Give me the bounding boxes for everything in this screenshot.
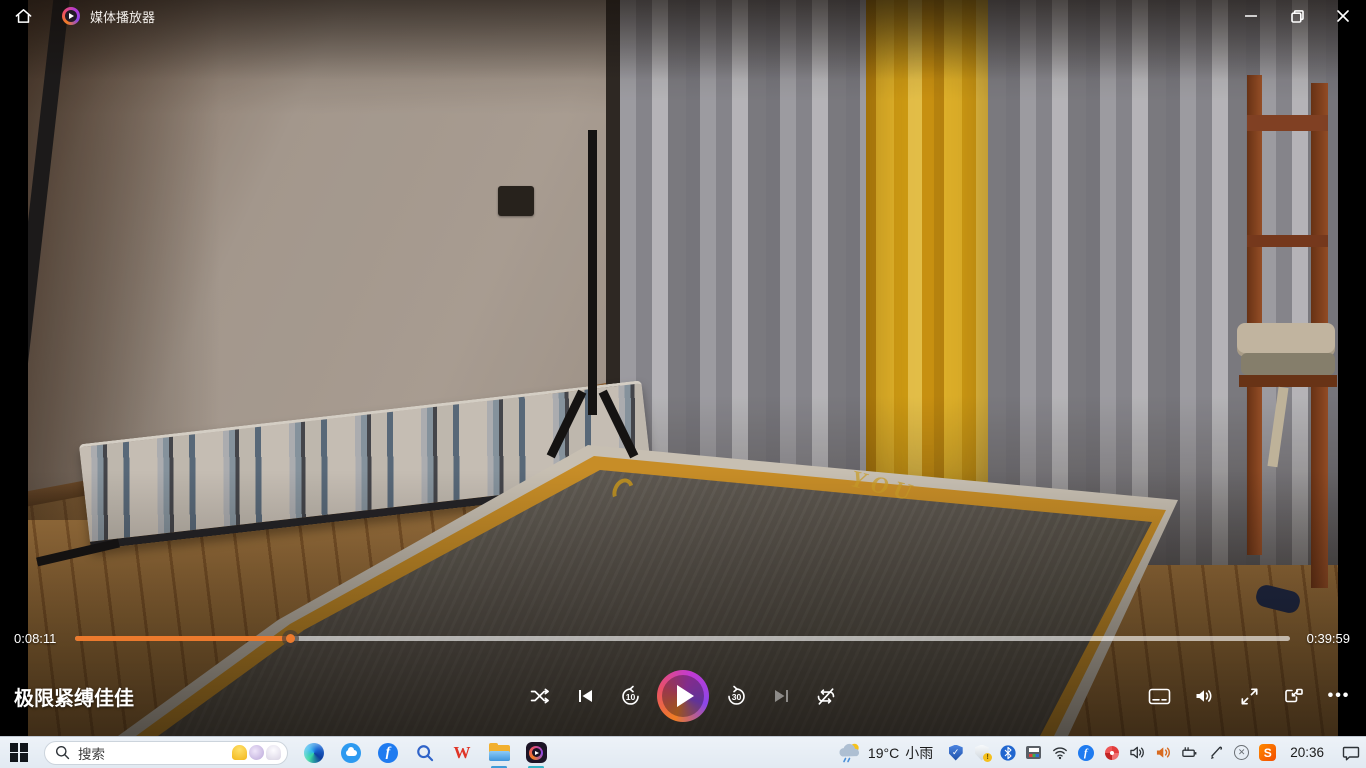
play-icon	[677, 685, 694, 707]
volume-outline-icon[interactable]	[1129, 744, 1146, 761]
pinwheel-icon[interactable]	[1103, 744, 1120, 761]
titlebar: 媒体播放器	[0, 0, 1366, 32]
file-explorer-icon	[489, 745, 510, 761]
seek-handle[interactable]	[282, 630, 299, 647]
pen-icon[interactable]	[1207, 744, 1224, 761]
rewind-10-button[interactable]: 10	[612, 678, 648, 714]
timeline: 0:08:11 0:39:59	[0, 626, 1366, 652]
taskbar-search[interactable]: 搜索	[44, 741, 288, 765]
search-app-icon	[416, 744, 434, 762]
control-bar: 极限紧缚佳佳 10	[0, 660, 1366, 732]
play-button[interactable]	[657, 670, 709, 722]
network-icon[interactable]	[1051, 744, 1068, 761]
search-daily-icon-helmet[interactable]	[232, 745, 247, 760]
media-player-icon	[526, 742, 547, 763]
shield-warning-icon[interactable]: !	[973, 744, 990, 761]
battery-icon[interactable]	[1181, 744, 1198, 761]
mini-player-icon	[1284, 687, 1304, 705]
mini-player-button[interactable]	[1277, 679, 1311, 713]
weather-rain-icon	[838, 742, 862, 764]
transport-controls: 10 30	[522, 660, 844, 732]
notification-bubble-icon	[1342, 745, 1360, 761]
volume-icon	[1194, 687, 1214, 705]
taskbar-app-media-player[interactable]	[520, 738, 552, 768]
shuffle-icon	[530, 687, 550, 705]
taskbar-right: 19°C 小雨 ✓ ! f	[838, 737, 1366, 768]
volume-button[interactable]	[1187, 679, 1221, 713]
search-icon	[55, 745, 70, 760]
bluetooth-icon[interactable]	[999, 744, 1016, 761]
system-tray: ✓ ! f	[947, 744, 1276, 761]
now-playing-title: 极限紧缚佳佳	[14, 682, 134, 711]
wps-icon: W	[454, 743, 471, 763]
volume-orange-icon[interactable]	[1155, 744, 1172, 761]
fullscreen-icon	[1240, 687, 1259, 706]
svg-text:10: 10	[625, 691, 635, 701]
security-shield-icon[interactable]: ✓	[947, 744, 964, 761]
close-icon	[1337, 10, 1349, 22]
rewind-10-icon: 10	[619, 685, 642, 708]
search-daily-icon-chefhat[interactable]	[266, 745, 281, 760]
weather-temperature: 19°C	[868, 745, 899, 761]
restore-icon	[1291, 10, 1304, 23]
app-title: 媒体播放器	[90, 7, 155, 26]
flash-tray-icon[interactable]: f	[1077, 744, 1094, 761]
restore-button[interactable]	[1274, 0, 1320, 32]
windows-logo-icon	[10, 743, 29, 762]
disconnected-icon[interactable]: ✕	[1233, 744, 1250, 761]
fullscreen-button[interactable]	[1232, 679, 1266, 713]
more-options-button[interactable]: •••	[1322, 679, 1356, 713]
secondary-controls: •••	[1142, 660, 1356, 732]
notification-center-button[interactable]	[1336, 737, 1366, 768]
more-icon: •••	[1328, 687, 1351, 705]
forward-30-button[interactable]: 30	[718, 678, 754, 714]
previous-button[interactable]	[567, 678, 603, 714]
repeat-off-icon	[816, 687, 836, 706]
total-duration: 0:39:59	[1307, 631, 1350, 646]
svg-text:30: 30	[731, 691, 741, 701]
previous-icon	[577, 688, 594, 704]
captions-button[interactable]	[1142, 679, 1176, 713]
baidu-netdisk-icon	[341, 743, 361, 763]
app-logo-icon	[62, 7, 80, 25]
weather-condition: 小雨	[905, 743, 933, 763]
captions-icon	[1148, 687, 1171, 706]
taskbar-clock[interactable]: 20:36	[1290, 745, 1324, 760]
home-icon	[14, 7, 33, 25]
seek-bar[interactable]	[75, 636, 1290, 641]
flash-app-icon: f	[378, 743, 398, 763]
taskbar-app-wps[interactable]: W	[446, 738, 478, 768]
next-button[interactable]	[763, 678, 799, 714]
forward-30-icon: 30	[725, 685, 748, 708]
sogou-input-icon[interactable]: S	[1259, 744, 1276, 761]
minimize-button[interactable]	[1228, 0, 1274, 32]
taskbar-app-search-tool[interactable]	[409, 738, 441, 768]
search-daily-icon-stethoscope[interactable]	[249, 745, 264, 760]
minimize-icon	[1245, 10, 1257, 22]
close-button[interactable]	[1320, 0, 1366, 32]
home-button[interactable]	[0, 0, 46, 32]
seek-bar-fill	[75, 636, 290, 641]
taskbar-app-file-explorer[interactable]	[483, 738, 515, 768]
printer-icon[interactable]	[1025, 744, 1042, 761]
taskbar-app-baidu-netdisk[interactable]	[335, 738, 367, 768]
next-icon	[773, 688, 790, 704]
search-placeholder: 搜索	[78, 743, 105, 763]
media-player-window: YOU 媒体播放器	[0, 0, 1366, 768]
taskbar-app-edge[interactable]	[298, 738, 330, 768]
taskbar-app-flash[interactable]: f	[372, 738, 404, 768]
edge-icon	[304, 743, 324, 763]
weather-widget[interactable]: 19°C 小雨	[838, 742, 933, 764]
start-button[interactable]	[0, 737, 38, 768]
taskbar: 搜索 f W	[0, 736, 1366, 768]
pinned-apps: f W	[298, 738, 552, 768]
elapsed-time: 0:08:11	[14, 631, 56, 646]
repeat-button[interactable]	[808, 678, 844, 714]
shuffle-button[interactable]	[522, 678, 558, 714]
